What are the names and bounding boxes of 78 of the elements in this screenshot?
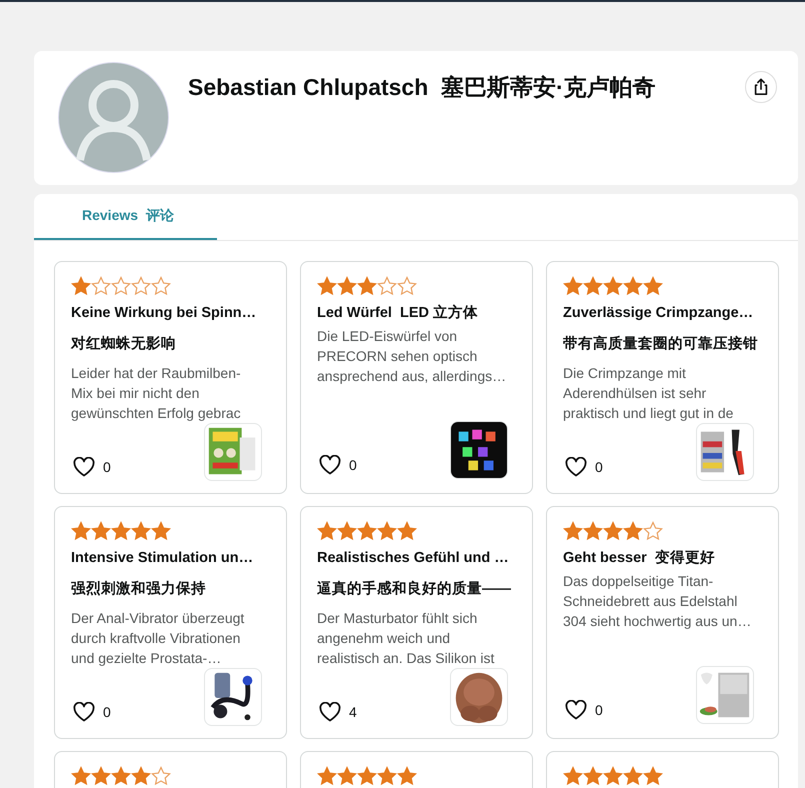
star-icon [337, 276, 357, 296]
heart-icon [565, 457, 587, 477]
star-icon [317, 276, 337, 296]
star-icon [337, 766, 357, 786]
star-icon [71, 276, 91, 296]
like-button[interactable]: 0 [71, 457, 111, 481]
star-icon [357, 276, 377, 296]
review-text: Das doppelseitige Titan- Schneidebrett aus Edelstahl 304 sieht hochwertig aus un… [563, 572, 752, 631]
heart-icon [73, 702, 95, 722]
avatar-icon [58, 62, 169, 173]
review-translation: 对红蜘蛛无影响 [71, 334, 177, 354]
star-icon [397, 276, 417, 296]
review-title[interactable]: Realistisches Gefühl und … [317, 547, 518, 569]
star-icon [151, 521, 171, 541]
star-icon [91, 521, 111, 541]
star-icon [91, 276, 111, 296]
reviews-tab[interactable]: Reviews 评论 [34, 194, 217, 240]
heart-icon [319, 455, 341, 475]
star-icon [317, 766, 337, 786]
like-button[interactable]: 0 [563, 700, 603, 724]
star-icon [151, 766, 171, 786]
star-icon [357, 521, 377, 541]
star-icon [603, 276, 623, 296]
star-icon [603, 766, 623, 786]
star-icon [131, 521, 151, 541]
review-title[interactable]: Led Würfel LED 立方体 [317, 302, 518, 324]
review-translation: 强烈刺激和强力保持 [71, 580, 207, 599]
star-icon [111, 521, 131, 541]
heart-icon [319, 702, 341, 722]
like-button[interactable]: 0 [71, 702, 111, 726]
star-icon [337, 521, 357, 541]
review-text: Die Crimpzange mit Aderendhülsen ist sehr praktisch und liegt gut in de [563, 364, 734, 423]
star-icon [71, 766, 91, 786]
star-icon [643, 276, 663, 296]
like-button[interactable]: 0 [563, 457, 603, 481]
star-icon [91, 766, 111, 786]
star-icon [623, 521, 643, 541]
star-icon [377, 276, 397, 296]
review-text: Die LED-Eiswürfel von PRECORN sehen optisch ansprechend aus, allerdings… [317, 327, 508, 386]
star-icon [357, 766, 377, 786]
star-icon [643, 766, 663, 786]
star-icon [583, 766, 603, 786]
star-icon [377, 521, 397, 541]
star-icon [111, 766, 131, 786]
heart-icon [73, 457, 95, 477]
review-title[interactable]: Geht besser 变得更好 [563, 547, 764, 569]
review-translation: 逼真的手感和良好的质量—— [317, 580, 512, 599]
star-icon [151, 276, 171, 296]
star-icon [563, 276, 583, 296]
star-icon [131, 766, 151, 786]
star-icon [603, 521, 623, 541]
star-icon [623, 766, 643, 786]
star-icon [131, 276, 151, 296]
review-title[interactable]: Keine Wirkung bei Spinn… [71, 302, 272, 324]
star-icon [377, 766, 397, 786]
star-icon [583, 276, 603, 296]
share-icon [752, 78, 770, 96]
star-icon [583, 521, 603, 541]
heart-icon [565, 700, 587, 720]
share-button[interactable] [745, 71, 777, 103]
star-icon [563, 766, 583, 786]
star-icon [623, 276, 643, 296]
star-icon [397, 521, 417, 541]
review-translation: 带有高质量套圈的可靠压接钳 [563, 334, 759, 354]
review-title[interactable]: Intensive Stimulation un… [71, 547, 272, 569]
star-icon [317, 521, 337, 541]
review-text: Der Masturbator fühlt sich angenehm weich und realistisch an. Das Silikon ist [317, 609, 496, 668]
star-icon [111, 276, 131, 296]
star-icon [71, 521, 91, 541]
review-title[interactable]: Zuverlässige Crimpzange… [563, 302, 764, 324]
like-button[interactable]: 0 [317, 455, 357, 479]
star-icon [563, 521, 583, 541]
review-text: Leider hat der Raubmilben- Mix bei mir nicht den gewünschten Erfolg gebrac [71, 364, 242, 423]
like-button[interactable]: 4 [317, 702, 357, 726]
profile-name: Sebastian Chlupatsch 塞巴斯蒂安·克卢帕奇 [188, 73, 657, 102]
star-icon [643, 521, 663, 541]
star-icon [397, 766, 417, 786]
review-text: Der Anal-Vibrator überzeugt durch kraftvolle Vibrationen und gezielte Prostata-… [71, 609, 246, 668]
